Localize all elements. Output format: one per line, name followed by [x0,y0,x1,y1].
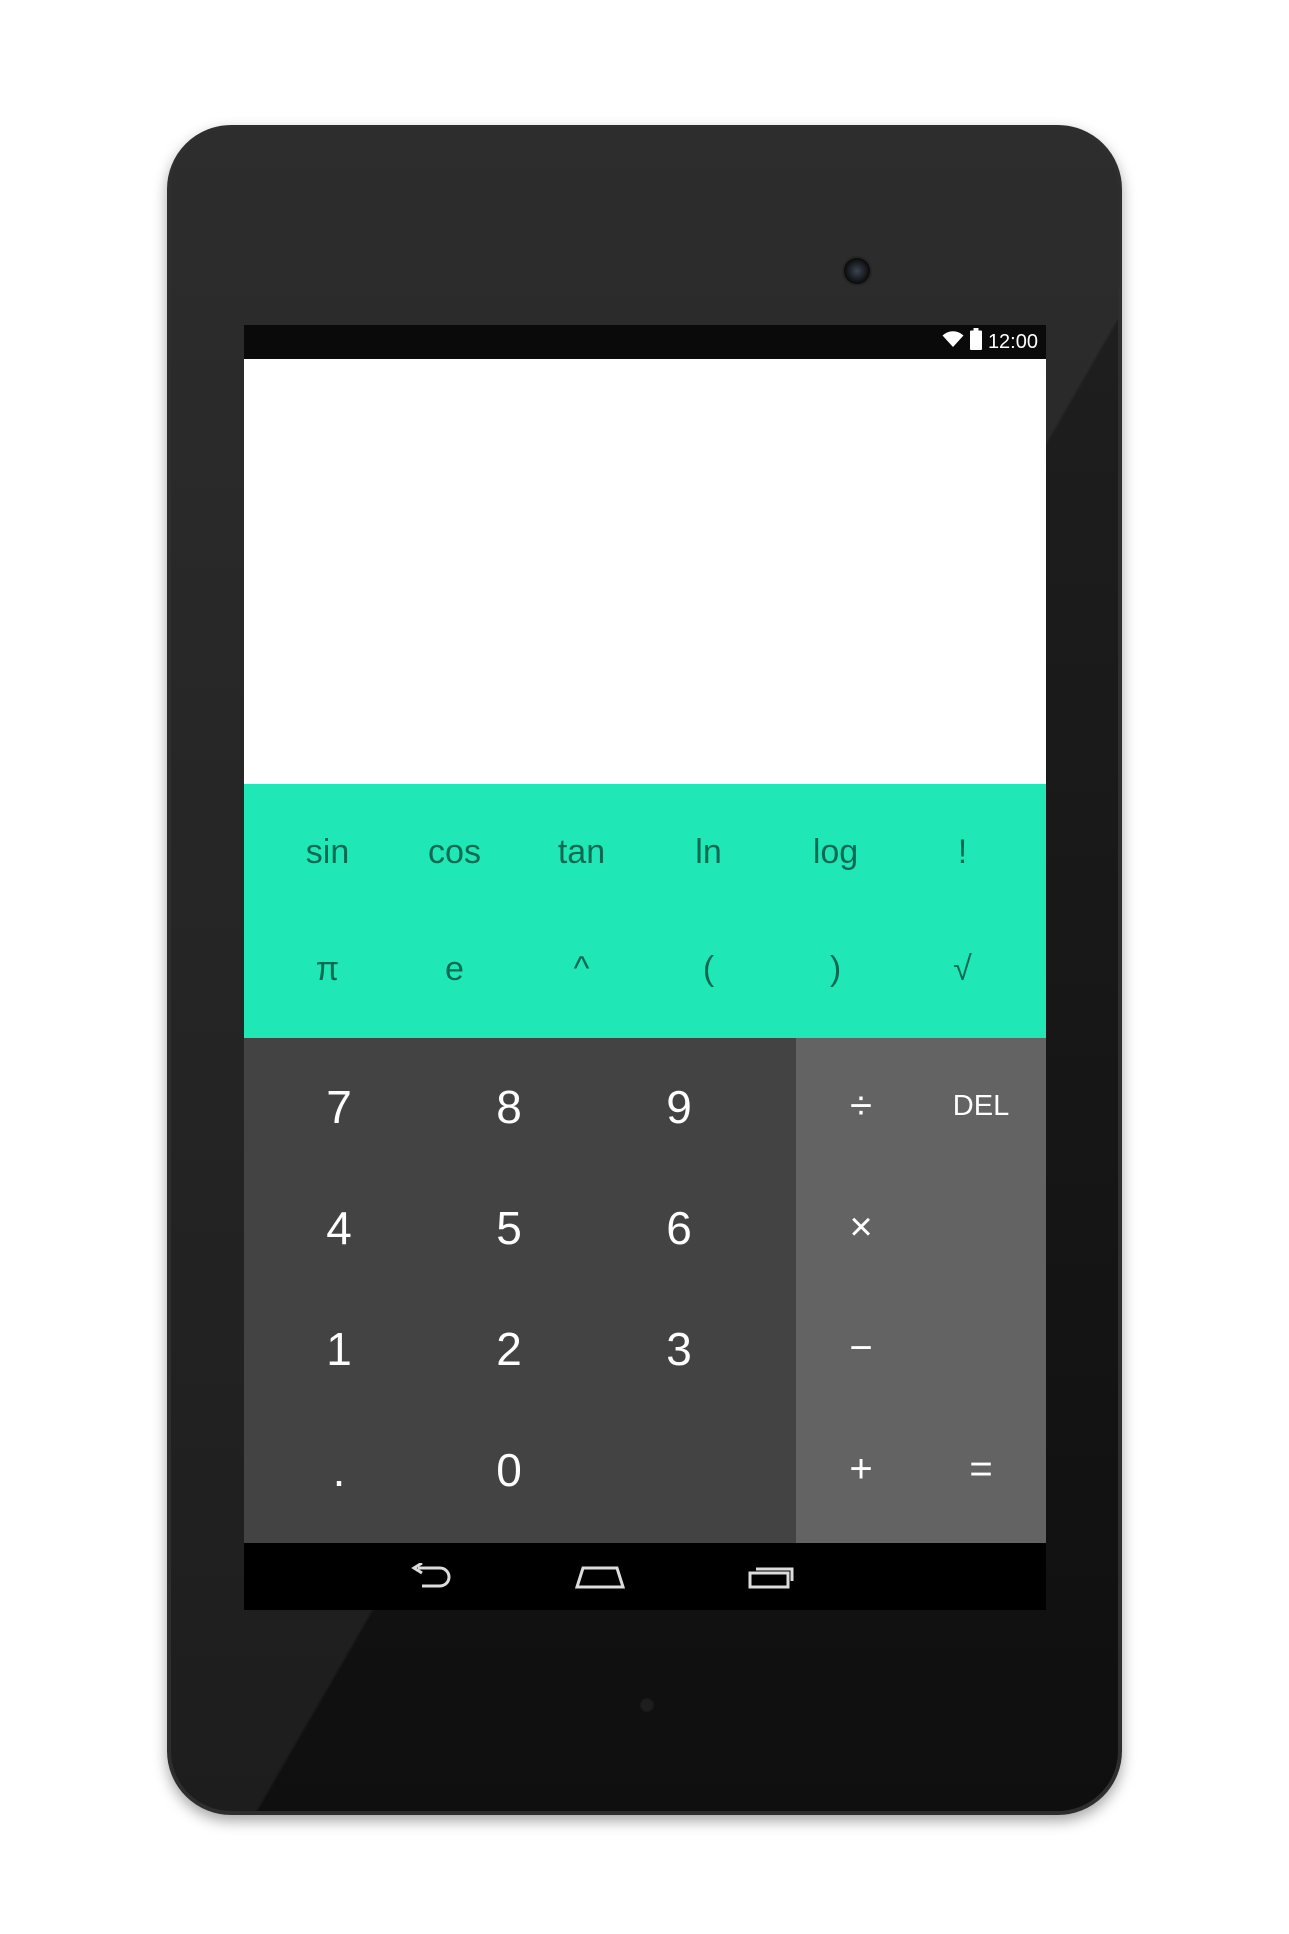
decimal-point-button[interactable]: . [254,1409,424,1530]
calculator-display[interactable] [244,359,1046,784]
plus-button[interactable]: + [802,1409,920,1530]
empty-operator-cell [920,1167,1042,1288]
cos-button[interactable]: cos [391,794,518,911]
sin-button[interactable]: sin [264,794,391,911]
empty-numpad-cell [594,1409,764,1530]
sqrt-button[interactable]: √ [899,911,1026,1028]
delete-button[interactable]: DEL [920,1046,1042,1167]
advanced-pad: sin cos tan ln log ! π e ^ ( ) √ [244,784,1046,1038]
digit-0-button[interactable]: 0 [424,1409,594,1530]
home-icon[interactable] [570,1557,630,1597]
status-icons: 12:00 [942,328,1038,356]
digit-7-button[interactable]: 7 [254,1046,424,1167]
status-bar: 12:00 [244,325,1046,359]
digit-3-button[interactable]: 3 [594,1288,764,1409]
digit-9-button[interactable]: 9 [594,1046,764,1167]
ln-button[interactable]: ln [645,794,772,911]
battery-icon [969,328,982,356]
right-paren-button[interactable]: ) [772,911,899,1028]
multiply-button[interactable]: × [802,1167,920,1288]
tan-button[interactable]: tan [518,794,645,911]
digit-4-button[interactable]: 4 [254,1167,424,1288]
digit-6-button[interactable]: 6 [594,1167,764,1288]
factorial-button[interactable]: ! [899,794,1026,911]
digit-2-button[interactable]: 2 [424,1288,594,1409]
microphone-hole [641,1699,653,1711]
status-time: 12:00 [987,330,1038,353]
front-camera [842,256,872,286]
navigation-bar [244,1543,1046,1610]
operator-pad: ÷ DEL × − + = [796,1038,1046,1543]
minus-button[interactable]: − [802,1288,920,1409]
power-button[interactable]: ^ [518,911,645,1028]
log-button[interactable]: log [772,794,899,911]
empty-operator-cell [920,1288,1042,1409]
wifi-icon [942,330,964,354]
back-icon[interactable] [403,1557,463,1597]
screen: 12:00 sin cos tan ln log ! π e ^ ( ) √ 7… [244,325,1046,1610]
digit-8-button[interactable]: 8 [424,1046,594,1167]
left-paren-button[interactable]: ( [645,911,772,1028]
pi-button[interactable]: π [264,911,391,1028]
equals-button[interactable]: = [920,1409,1042,1530]
recents-icon[interactable] [741,1557,801,1597]
numeric-pad: 7 8 9 4 5 6 1 2 3 . 0 [244,1038,796,1543]
digit-5-button[interactable]: 5 [424,1167,594,1288]
digit-1-button[interactable]: 1 [254,1288,424,1409]
e-button[interactable]: e [391,911,518,1028]
divide-button[interactable]: ÷ [802,1046,920,1167]
